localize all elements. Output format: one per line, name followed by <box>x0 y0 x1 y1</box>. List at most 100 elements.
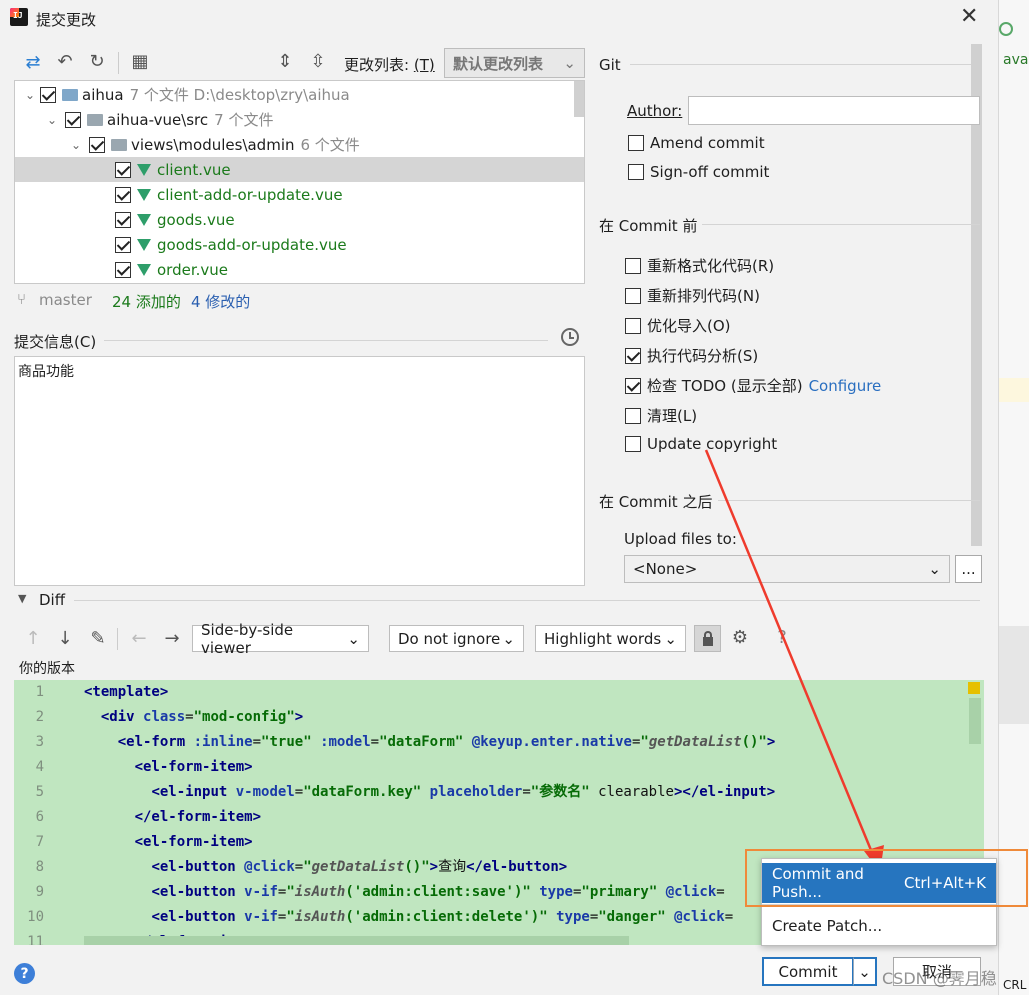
tree-file-row[interactable]: goods.vue <box>15 207 584 232</box>
chevron-down-icon[interactable]: ⌄ <box>23 88 37 102</box>
before-commit-option[interactable]: 清理(L) <box>625 405 697 426</box>
separator <box>718 500 980 501</box>
root-checkbox[interactable] <box>40 86 56 103</box>
collapse-all-icon[interactable]: ⇳ <box>306 51 330 72</box>
code-text: <el-button v-if="isAuth('admin:client:sa… <box>151 884 725 900</box>
changelist-select[interactable]: 默认更改列表 ⌄ <box>444 48 585 78</box>
line-number: 8 <box>35 859 44 875</box>
commit-message-input[interactable]: 商品功能 <box>14 356 585 586</box>
amend-label: Amend commit <box>650 134 765 152</box>
ignore-select[interactable]: Do not ignore ⌄ <box>389 625 524 652</box>
tree-file-row[interactable]: order.vue <box>15 257 584 282</box>
window-title: 提交更改 <box>36 11 97 29</box>
warning-marker <box>968 682 980 694</box>
tree-root-row[interactable]: ⌄ aihua 7 个文件 D:\desktop\zry\aihua <box>15 82 584 107</box>
option-checkbox[interactable] <box>625 347 641 364</box>
tree-module-name: aihua-vue\src <box>107 110 209 129</box>
commit-dropdown-button[interactable]: ⌄ <box>853 957 877 986</box>
diff-section-title: Diff <box>39 591 66 609</box>
browse-button[interactable]: ... <box>955 555 982 583</box>
highlight-select[interactable]: Highlight words ⌄ <box>535 625 686 652</box>
lock-icon[interactable] <box>694 625 721 652</box>
upload-value: <None> <box>633 560 698 578</box>
signoff-commit-option[interactable]: Sign-off commit <box>628 163 769 181</box>
amend-commit-option[interactable]: Amend commit <box>628 134 765 152</box>
before-commit-option[interactable]: 重新格式化代码(R) <box>625 255 774 276</box>
file-checkbox[interactable] <box>115 186 131 203</box>
your-version-label: 你的版本 <box>19 661 75 677</box>
before-commit-option[interactable]: 执行代码分析(S) <box>625 345 758 366</box>
tree-module-meta: 7 个文件 <box>214 111 274 129</box>
separator <box>104 340 548 341</box>
branch-name[interactable]: master <box>39 291 92 309</box>
chevron-down-icon: ⌄ <box>347 629 360 648</box>
expand-all-icon[interactable]: ⇕ <box>273 51 297 72</box>
added-count: 24 添加的 <box>112 293 181 311</box>
option-checkbox[interactable] <box>625 287 641 304</box>
gear-icon[interactable]: ⚙ <box>728 627 752 648</box>
previous-diff-icon[interactable]: ↑ <box>21 628 45 649</box>
author-input[interactable] <box>688 96 980 125</box>
before-commit-option[interactable]: 重新排列代码(N) <box>625 285 760 306</box>
back-arrow-icon[interactable]: ← <box>127 628 151 649</box>
collapse-triangle-icon[interactable]: ▼ <box>18 592 26 605</box>
module-checkbox[interactable] <box>65 111 81 128</box>
tree-file-row[interactable]: goods-add-or-update.vue <box>15 232 584 257</box>
signoff-label: Sign-off commit <box>650 163 770 181</box>
upload-target-select[interactable]: <None> ⌄ <box>624 555 950 583</box>
before-commit-option[interactable]: 检查 TODO (显示全部) Configure <box>625 375 881 396</box>
file-checkbox[interactable] <box>115 236 131 253</box>
close-icon[interactable]: ✕ <box>960 4 978 29</box>
file-checkbox[interactable] <box>115 211 131 228</box>
tree-module-row[interactable]: ⌄ aihua-vue\src 7 个文件 <box>15 107 584 132</box>
separator <box>762 904 996 905</box>
folder-checkbox[interactable] <box>89 136 105 153</box>
refresh-icon[interactable]: ↻ <box>85 51 109 72</box>
bg-status-text: CRL <box>1003 978 1027 992</box>
file-checkbox[interactable] <box>115 261 131 278</box>
viewer-select[interactable]: Side-by-side viewer ⌄ <box>192 621 369 657</box>
tree-file-row[interactable]: client.vue <box>15 157 584 182</box>
signoff-checkbox[interactable] <box>628 164 644 180</box>
configure-link[interactable]: Configure <box>809 377 882 395</box>
rollback-icon[interactable]: ↶ <box>53 51 77 72</box>
modified-count: 4 修改的 <box>191 293 251 311</box>
code-scrollbar[interactable] <box>969 698 981 744</box>
option-label: 重新排列代码(N) <box>647 287 760 305</box>
file-name: order.vue <box>157 260 229 279</box>
viewer-value: Side-by-side viewer <box>201 620 294 657</box>
commit-and-push-item[interactable]: Commit and Push... Ctrl+Alt+K <box>762 863 996 903</box>
chevron-down-icon[interactable]: ⌄ <box>45 113 59 127</box>
before-commit-option[interactable]: 优化导入(O) <box>625 315 731 336</box>
folder-icon <box>111 138 127 151</box>
vue-file-icon <box>137 263 151 276</box>
help-icon[interactable]: ? <box>14 963 35 984</box>
code-text: <el-form-item> <box>134 834 253 850</box>
option-checkbox[interactable] <box>625 436 641 452</box>
group-by-icon[interactable]: ▦ <box>128 51 152 72</box>
diff-arrows-icon[interactable]: ⇄ <box>21 52 45 73</box>
horizontal-scrollbar[interactable] <box>84 936 629 945</box>
before-commit-option[interactable]: Update copyright <box>625 435 777 453</box>
amend-checkbox[interactable] <box>628 135 644 151</box>
option-checkbox[interactable] <box>625 257 641 274</box>
code-text: <template> <box>84 684 169 700</box>
create-patch-item[interactable]: Create Patch... <box>762 906 996 946</box>
next-diff-icon[interactable]: ↓ <box>53 628 77 649</box>
option-checkbox[interactable] <box>625 377 641 394</box>
changes-tree[interactable]: ⌄ aihua 7 个文件 D:\desktop\zry\aihua ⌄ aih… <box>14 80 585 284</box>
commit-button[interactable]: Commit <box>762 957 854 986</box>
tree-file-row[interactable]: client-add-or-update.vue <box>15 182 584 207</box>
option-label: 检查 TODO (显示全部) <box>647 377 803 395</box>
tree-folder-row[interactable]: ⌄ views\modules\admin 6 个文件 <box>15 132 584 157</box>
history-clock-icon[interactable] <box>561 328 579 346</box>
file-checkbox[interactable] <box>115 161 131 178</box>
separator <box>630 64 980 65</box>
option-checkbox[interactable] <box>625 317 641 334</box>
tree-scrollbar[interactable] <box>574 81 584 117</box>
help-question-icon[interactable]: ? <box>770 627 794 648</box>
forward-arrow-icon[interactable]: → <box>160 628 184 649</box>
edit-pencil-icon[interactable]: ✎ <box>86 628 110 649</box>
chevron-down-icon[interactable]: ⌄ <box>69 138 83 152</box>
option-checkbox[interactable] <box>625 407 641 424</box>
